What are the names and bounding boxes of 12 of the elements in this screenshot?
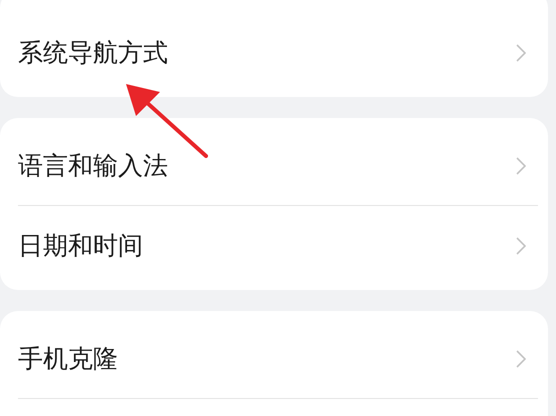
item-label: 系统导航方式: [18, 37, 168, 69]
settings-item[interactable]: 系统导航方式: [0, 8, 548, 97]
chevron-right-icon: [516, 156, 526, 174]
item-label: 日期和时间: [18, 230, 143, 262]
chevron-right-icon: [516, 44, 526, 62]
settings-item[interactable]: 语言和输入法: [0, 126, 548, 205]
settings-item[interactable]: 日期和时间: [0, 206, 548, 285]
item-label: 语言和输入法: [18, 150, 168, 182]
chevron-right-icon: [516, 236, 526, 254]
chevron-right-icon: [516, 350, 526, 368]
settings-item[interactable]: 手机克隆: [0, 319, 548, 398]
item-label: 手机克隆: [18, 343, 118, 375]
